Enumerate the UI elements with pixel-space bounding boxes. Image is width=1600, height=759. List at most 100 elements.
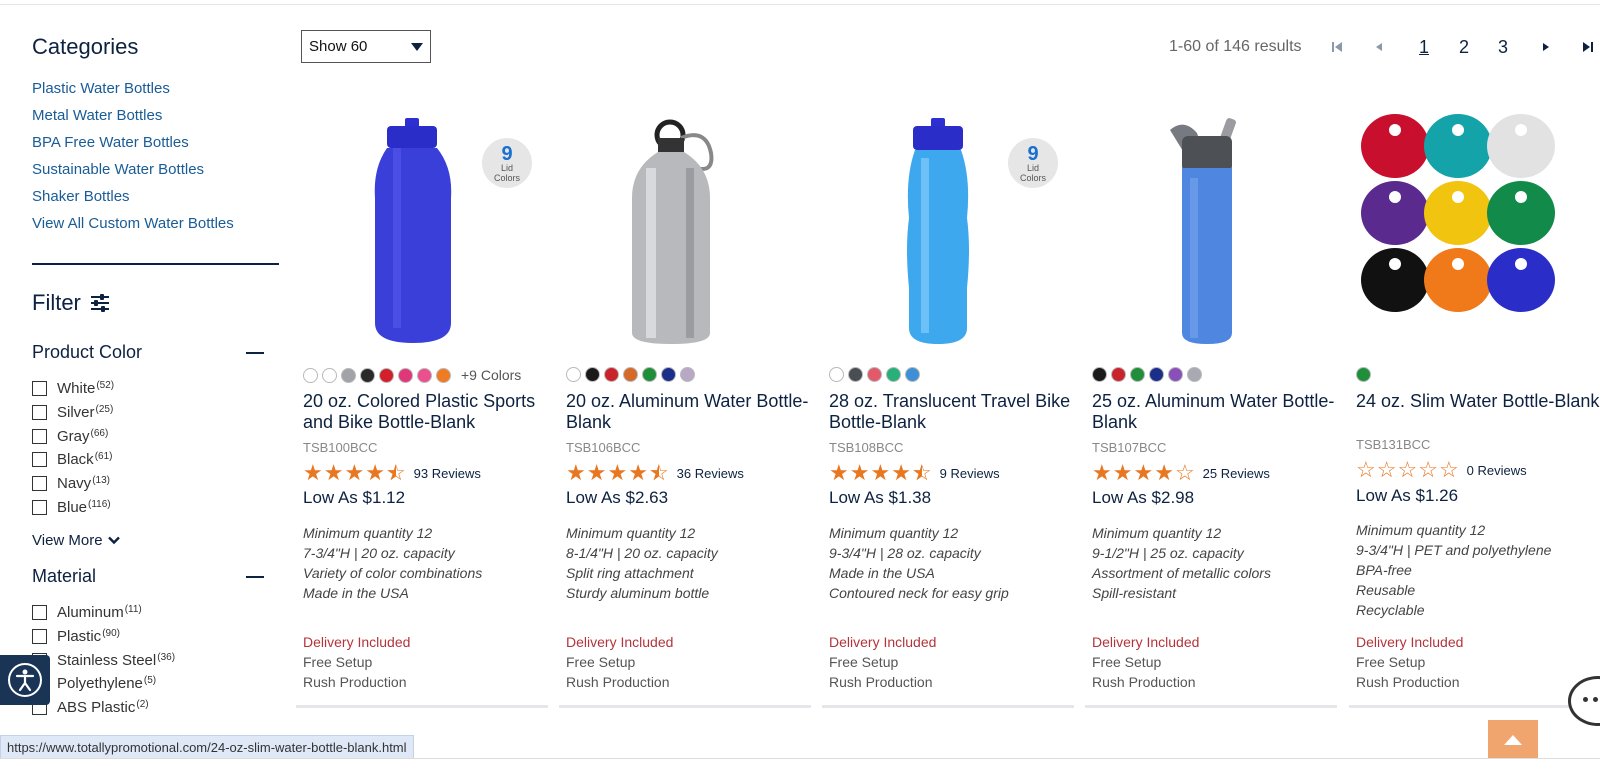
product-price: Low As $2.98 [1092, 488, 1195, 507]
reviews-link[interactable]: 25 Reviews [1203, 466, 1270, 481]
color-option-black[interactable]: Black (61) [32, 448, 114, 472]
swatch-purple[interactable] [1168, 367, 1183, 382]
reviews-link[interactable]: 0 Reviews [1467, 463, 1527, 478]
product-image-aluminum-bottle[interactable] [566, 108, 814, 358]
material-option-aluminum[interactable]: Aluminum (11) [32, 601, 175, 625]
swatch-blue[interactable] [661, 367, 676, 382]
category-link-shaker[interactable]: Shaker Bottles [32, 188, 234, 215]
view-more-label: View More [32, 532, 103, 549]
swatch-lavender[interactable] [680, 367, 695, 382]
product-image-slim-bottle-lids[interactable] [1356, 108, 1600, 358]
color-option-navy[interactable]: Navy (13) [32, 472, 114, 496]
product-name[interactable]: 20 oz. Colored Plastic Sports and Bike B… [303, 391, 565, 433]
collapse-minus-icon[interactable] [246, 575, 264, 578]
category-link-view-all[interactable]: View All Custom Water Bottles [32, 215, 234, 242]
material-option-stainless-steel[interactable]: Stainless Steel (36) [32, 648, 175, 672]
checkbox[interactable] [32, 499, 47, 515]
swatch-pink[interactable] [398, 367, 413, 383]
material-option-abs-plastic[interactable]: ABS Plastic (2) [32, 696, 175, 720]
color-option-silver[interactable]: Silver (25) [32, 401, 114, 425]
checkbox[interactable] [32, 381, 47, 397]
product-image-translucent-bike-bottle[interactable]: 9 Lid Colors [829, 108, 1077, 358]
color-option-gray[interactable]: Gray (66) [32, 424, 114, 448]
checkbox[interactable] [32, 452, 47, 468]
product-card[interactable]: 9 Lid Colors +9 Colors 20 oz. Colored Pl… [296, 108, 551, 708]
reviews-link[interactable]: 93 Reviews [414, 466, 481, 481]
option-count: (11) [124, 604, 142, 616]
swatch-red[interactable] [379, 367, 394, 383]
scroll-top-icon[interactable] [1488, 720, 1538, 759]
swatch-clear[interactable] [829, 367, 844, 382]
checkbox[interactable] [32, 605, 47, 621]
category-link-plastic[interactable]: Plastic Water Bottles [32, 80, 234, 107]
swatch-green[interactable] [1130, 367, 1145, 382]
swatch-red[interactable] [867, 367, 882, 382]
view-more-link[interactable]: View More [32, 532, 120, 549]
product-card[interactable]: 20 oz. Aluminum Water Bottle-Blank TSB10… [559, 108, 814, 708]
product-color-facet-header[interactable]: Product Color [32, 342, 264, 363]
material-option-plastic[interactable]: Plastic (90) [32, 625, 175, 649]
category-link-sustainable[interactable]: Sustainable Water Bottles [32, 161, 234, 188]
page-2-link[interactable]: 2 [1459, 32, 1469, 62]
show-per-page-select[interactable]: Show 60 [301, 30, 431, 63]
product-card[interactable]: 9 Lid Colors 28 oz. Translucent Travel B… [822, 108, 1077, 708]
more-colors-link[interactable]: +9 Colors [461, 367, 521, 383]
star-half-icon: ☆★ [911, 460, 932, 485]
swatch-blue[interactable] [905, 367, 920, 382]
feature-item: Minimum quantity 12 [566, 525, 696, 541]
star-full-icon: ★ [1154, 460, 1174, 485]
product-image-colored-plastic-bottle[interactable]: 9 Lid Colors [303, 108, 551, 358]
checkbox[interactable] [32, 405, 47, 421]
product-features: Minimum quantity 12 9-3/4"H | PET and po… [1356, 520, 1551, 620]
reviews-link[interactable]: 36 Reviews [677, 466, 744, 481]
swatch-red[interactable] [1111, 367, 1126, 382]
star-empty-icon: ☆ [1438, 457, 1459, 482]
star-full-icon: ★ [870, 460, 891, 485]
checkbox[interactable] [32, 428, 47, 444]
product-name[interactable]: 20 oz. Aluminum Water Bottle-Blank [566, 391, 828, 433]
next-page-icon[interactable] [1541, 32, 1551, 62]
product-card[interactable]: 25 oz. Aluminum Water Bottle-Blank TSB10… [1085, 108, 1340, 708]
product-name[interactable]: 28 oz. Translucent Travel Bike Bottle-Bl… [829, 391, 1091, 433]
swatch-green[interactable] [1356, 367, 1371, 382]
swatch-orange[interactable] [436, 367, 451, 383]
product-card[interactable]: 24 oz. Slim Water Bottle-Blank TSB131BCC… [1349, 108, 1600, 708]
prev-page-icon[interactable] [1374, 32, 1384, 62]
swatch-black[interactable] [585, 367, 600, 382]
checkbox[interactable] [32, 476, 47, 492]
product-name[interactable]: 24 oz. Slim Water Bottle-Blank [1356, 391, 1600, 412]
swatch-green[interactable] [642, 367, 657, 382]
page-1-link[interactable]: 1 [1419, 32, 1429, 62]
product-image-25oz-aluminum-bottle[interactable] [1092, 108, 1340, 358]
swatch-black[interactable] [360, 367, 375, 383]
swatch-white[interactable] [303, 367, 318, 383]
feature-item: Sturdy aluminum bottle [566, 585, 710, 601]
last-page-icon[interactable] [1582, 32, 1594, 62]
accessibility-icon[interactable] [0, 655, 50, 705]
swatch-smoke[interactable] [848, 367, 863, 382]
swatch-gray[interactable] [341, 367, 356, 383]
swatch-white[interactable] [566, 367, 581, 382]
swatch-blue[interactable] [1149, 367, 1164, 382]
swatch-white[interactable] [322, 367, 337, 383]
material-facet-header[interactable]: Material [32, 566, 264, 587]
category-link-metal[interactable]: Metal Water Bottles [32, 107, 234, 134]
swatch-silver[interactable] [1187, 367, 1202, 382]
swatch-red[interactable] [604, 367, 619, 382]
collapse-minus-icon[interactable] [246, 351, 264, 354]
color-option-blue[interactable]: Blue (116) [32, 495, 114, 519]
product-perks: Delivery Included Free Setup Rush Produc… [566, 632, 673, 692]
reviews-link[interactable]: 9 Reviews [940, 466, 1000, 481]
category-link-bpa-free[interactable]: BPA Free Water Bottles [32, 134, 234, 161]
product-name[interactable]: 25 oz. Aluminum Water Bottle-Blank [1092, 391, 1354, 433]
filter-sliders-icon[interactable] [90, 294, 109, 312]
material-option-polyethylene[interactable]: Polyethylene (5) [32, 672, 175, 696]
color-option-white[interactable]: White (52) [32, 377, 114, 401]
swatch-orange[interactable] [623, 367, 638, 382]
swatch-magenta[interactable] [417, 367, 432, 383]
swatch-green[interactable] [886, 367, 901, 382]
first-page-icon[interactable] [1331, 32, 1343, 62]
page-3-link[interactable]: 3 [1498, 32, 1508, 62]
checkbox[interactable] [32, 629, 47, 645]
swatch-black[interactable] [1092, 367, 1107, 382]
